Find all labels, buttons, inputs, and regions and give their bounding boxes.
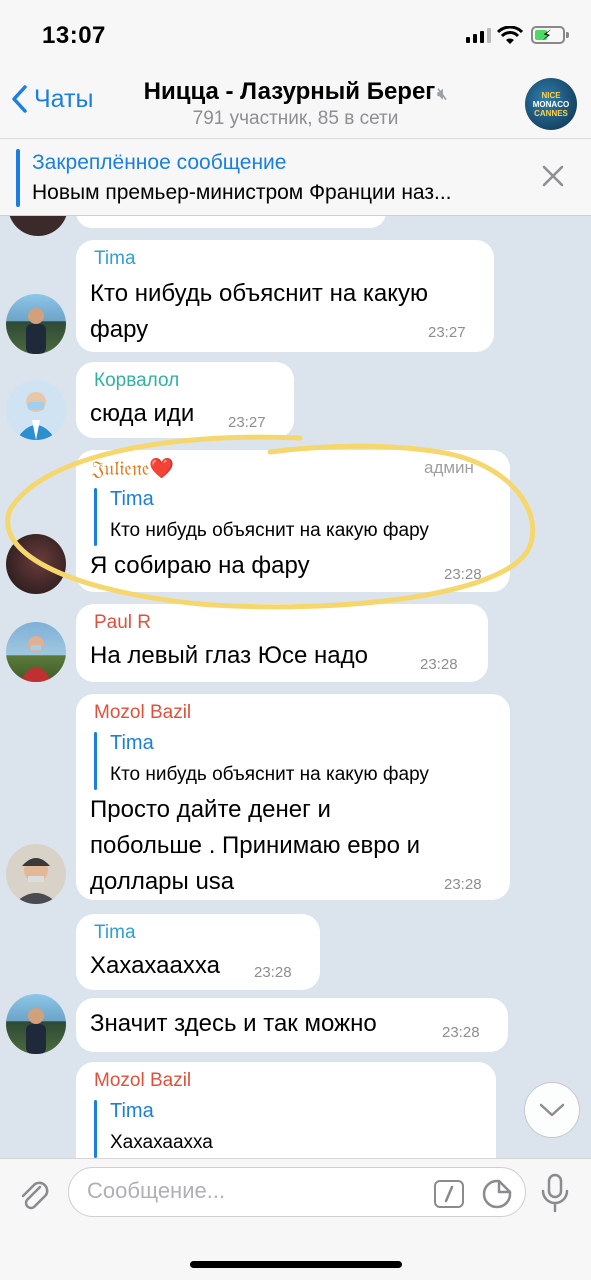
reply-sender[interactable]: Tima: [110, 732, 154, 755]
message-time: 23:28: [420, 656, 458, 673]
home-indicator: [190, 1261, 402, 1268]
message-text: Я собираю на фару: [90, 552, 310, 579]
chat-avatar[interactable]: NICE MONACO CANNES: [525, 78, 577, 130]
reply-sender[interactable]: Tima: [110, 1100, 154, 1123]
reply-accent-bar: [94, 1100, 97, 1158]
pinned-title: Закреплённое сообщение: [32, 151, 287, 174]
message-text: Просто дайте денег и побольше . Принимаю…: [90, 796, 421, 895]
reply-accent-bar: [94, 488, 97, 546]
message-bubble[interactable]: Tima Хахахаахха 23:28: [76, 914, 320, 990]
chat-subtitle: 791 участник, 85 в сети: [192, 108, 399, 129]
message-text: Значит здесь и так можно: [90, 1010, 377, 1037]
message-bubble[interactable]: Paul R На левый глаз Юсе надо 23:28: [76, 604, 488, 682]
pinned-message[interactable]: Закреплённое сообщение Новым премьер-мин…: [0, 138, 591, 216]
avatar[interactable]: [8, 216, 68, 236]
admin-badge: админ: [424, 458, 474, 477]
wifi-icon: [497, 26, 523, 44]
message-time: 23:27: [228, 414, 266, 431]
sender-name[interactable]: Mozol Bazil: [94, 702, 191, 724]
message-bubble[interactable]: Корвалол сюда иди 23:27: [76, 362, 294, 438]
message-bubble[interactable]: Mozol Bazil Tima Кто нибудь объяснит на …: [76, 694, 510, 900]
sender-name[interactable]: Mozol Bazil: [94, 1070, 191, 1092]
chevron-down-icon: [539, 1103, 565, 1117]
avatar[interactable]: [6, 294, 66, 354]
avatar[interactable]: [6, 534, 66, 594]
bot-command-icon[interactable]: [434, 1180, 464, 1208]
avatar[interactable]: [6, 994, 66, 1054]
avatar[interactable]: [6, 844, 66, 904]
reply-text[interactable]: Хахахаахха: [110, 1132, 213, 1154]
status-time: 13:07: [42, 22, 106, 49]
message-input-field[interactable]: [68, 1167, 526, 1217]
message-text: Кто нибудь объяснит на какую фару: [90, 280, 429, 343]
message-time: 23:28: [444, 876, 482, 893]
mute-icon: 🔇︎: [437, 86, 448, 103]
reply-text[interactable]: Кто нибудь объяснит на какую фару: [110, 764, 429, 786]
chat-header: Чаты Ницца - Лазурный Берег 🔇︎ 791 участн…: [0, 70, 591, 138]
reply-sender[interactable]: Tima: [110, 488, 154, 511]
signal-icon: [466, 28, 491, 43]
sender-name[interactable]: Paul R: [94, 612, 151, 634]
close-icon[interactable]: [540, 163, 566, 189]
microphone-icon[interactable]: [540, 1173, 570, 1213]
message-bubble[interactable]: Mozol Bazil Tima Хахахаахха: [76, 1062, 496, 1158]
paperclip-icon[interactable]: [14, 1175, 54, 1215]
composer-bar: [0, 1158, 591, 1280]
message-time: 23:28: [444, 566, 482, 583]
message-list[interactable]: Tima Кто нибудь объяснит на какую фару 2…: [0, 216, 591, 1158]
chat-title[interactable]: Ницца - Лазурный Берег 🔇︎: [0, 78, 591, 106]
avatar[interactable]: [6, 622, 66, 682]
message-bubble-partial[interactable]: [76, 216, 386, 228]
sender-name[interactable]: Корвалол: [94, 370, 179, 392]
scroll-down-button[interactable]: [524, 1082, 580, 1138]
avatar[interactable]: [6, 380, 66, 440]
pinned-text: Новым премьер-министром Франции наз...: [32, 181, 452, 204]
reply-text[interactable]: Кто нибудь объяснит на какую фару: [110, 520, 429, 542]
message-input[interactable]: [87, 1178, 417, 1204]
status-bar: 13:07 ⚡: [0, 0, 591, 70]
sender-name[interactable]: 𝔍𝔲𝔩𝔦𝔢𝔫𝔢❤️: [92, 456, 174, 480]
sender-name[interactable]: Tima: [94, 248, 136, 270]
chat-title-text: Ницца - Лазурный Берег: [143, 78, 436, 105]
message-time: 23:28: [442, 1024, 480, 1041]
message-text: На левый глаз Юсе надо: [90, 642, 368, 669]
message-time: 23:28: [254, 964, 292, 981]
message-text: сюда иди: [90, 400, 195, 427]
reply-accent-bar: [94, 732, 97, 790]
message-text: Хахахаахха: [90, 952, 220, 979]
message-time: 23:27: [428, 324, 466, 341]
message-bubble[interactable]: Значит здесь и так можно 23:28: [76, 998, 508, 1052]
sender-name[interactable]: Tima: [94, 922, 136, 944]
pinned-accent-bar: [16, 149, 20, 207]
battery-icon: ⚡: [531, 26, 569, 44]
message-bubble[interactable]: 𝔍𝔲𝔩𝔦𝔢𝔫𝔢❤️ админ Tima Кто нибудь объяснит…: [76, 450, 510, 592]
sticker-icon[interactable]: [481, 1178, 513, 1210]
message-bubble[interactable]: Tima Кто нибудь объяснит на какую фару 2…: [76, 240, 494, 352]
